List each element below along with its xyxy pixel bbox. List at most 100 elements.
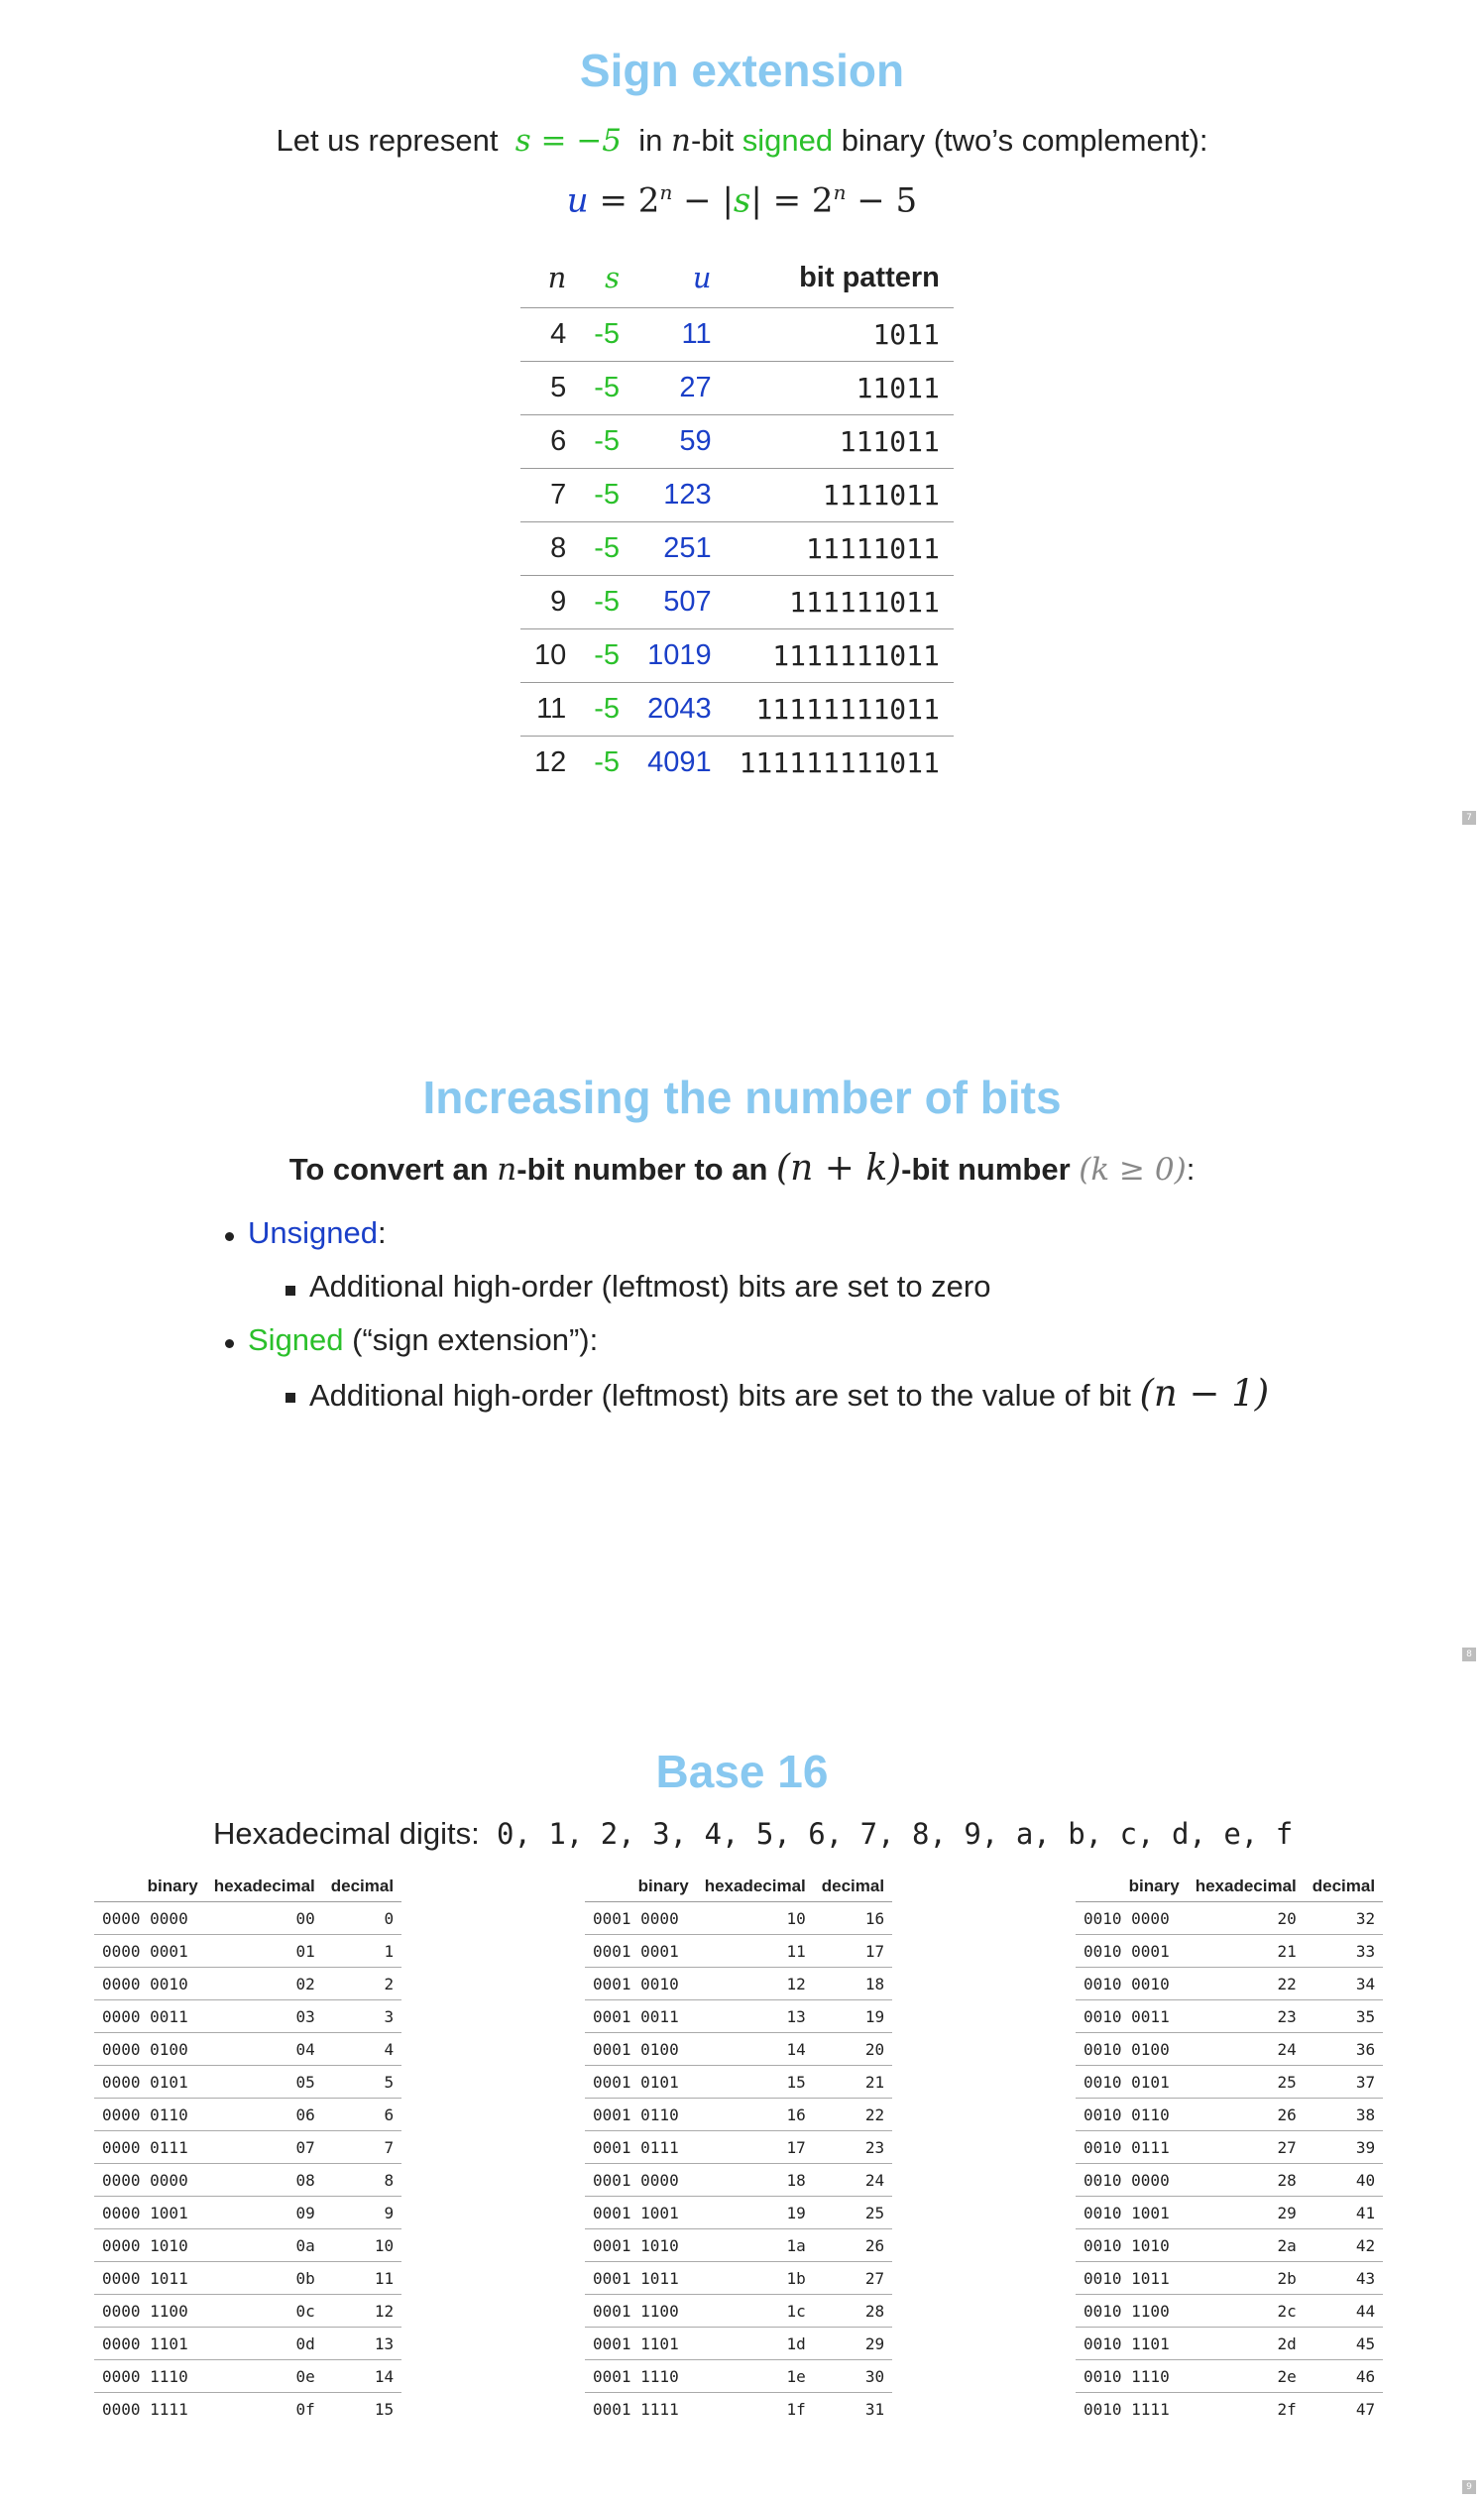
formula-s: s <box>733 180 751 221</box>
intro-signed: signed <box>742 123 834 158</box>
slide-title: Base 16 <box>655 1746 829 1797</box>
table-row: 6 -5 59 111011 <box>520 414 954 469</box>
hex-digits-list: 0, 1, 2, 3, 4, 5, 6, 7, 8, 9, a, b, c, d… <box>497 1817 1294 1851</box>
cell-hexadecimal: 25 <box>1187 2065 1305 2099</box>
table-row: 0001 0111 17 23 <box>585 2130 893 2164</box>
cell-hexadecimal: 21 <box>1187 1934 1305 1968</box>
table-row: 0000 0000 08 8 <box>94 2163 402 2197</box>
cell-decimal: 2 <box>322 1967 402 2000</box>
cell-decimal: 38 <box>1304 2098 1384 2131</box>
cell-u: 123 <box>633 468 726 522</box>
table-row: 0001 0000 18 24 <box>585 2163 893 2197</box>
cell-decimal: 5 <box>322 2065 402 2099</box>
table-row: 0000 1111 0f 15 <box>94 2393 401 2426</box>
cell-binary: 0010 0101 <box>1076 2065 1188 2099</box>
cell-binary: 0001 1100 <box>585 2294 697 2328</box>
cell-hexadecimal: 28 <box>1187 2163 1305 2197</box>
header-bit-pattern: bit pattern <box>725 248 954 308</box>
cell-n: 12 <box>534 746 567 778</box>
cell-s: -5 <box>580 307 634 362</box>
cell-hexadecimal: 27 <box>1187 2130 1305 2164</box>
cell-decimal: 19 <box>813 1999 893 2033</box>
cell-s: -5 <box>594 746 621 778</box>
cell-bit-pattern: 111111111011 <box>739 746 940 779</box>
cell-decimal: 27 <box>813 2261 893 2295</box>
cell-n: 11 <box>520 682 581 737</box>
cell-binary: 0010 1010 <box>1076 2228 1188 2262</box>
cell-hexadecimal: 2e <box>1187 2359 1305 2393</box>
intro-n: n <box>671 123 691 159</box>
cell-hexadecimal: 05 <box>205 2065 323 2099</box>
table-row: 0001 1001 19 25 <box>585 2196 893 2229</box>
convert-condition: (k ≥ 0) <box>1079 1152 1187 1188</box>
cell-decimal: 30 <box>813 2359 893 2393</box>
cell-hexadecimal: 06 <box>205 2098 323 2131</box>
table-row: 0000 0010 02 2 <box>94 1967 402 2000</box>
table-row: 0010 0111 27 39 <box>1076 2130 1384 2164</box>
cell-binary: 0001 1010 <box>585 2228 697 2262</box>
cell-binary: 0010 1101 <box>1076 2327 1188 2360</box>
header-s: s <box>580 248 634 308</box>
table-row: 0001 0000 10 16 <box>585 1901 893 1935</box>
cell-binary: 0001 0111 <box>585 2130 697 2164</box>
unsigned-colon: : <box>377 1215 387 1250</box>
cell-hexadecimal: 01 <box>205 1934 323 1968</box>
cell-s: -5 <box>580 361 634 415</box>
header-decimal: decimal <box>813 1872 893 1902</box>
cell-s: -5 <box>580 414 634 469</box>
table-row: 0010 0101 25 37 <box>1076 2065 1384 2099</box>
cell-binary: 0001 0001 <box>585 1934 697 1968</box>
slide-title: Sign extension <box>579 45 905 96</box>
cell-binary: 0010 1001 <box>1076 2196 1188 2229</box>
cell-hexadecimal: 15 <box>696 2065 814 2099</box>
table-row: 0000 1101 0d 13 <box>94 2327 402 2360</box>
cell-decimal: 42 <box>1304 2228 1384 2262</box>
page-number: 7 <box>1462 811 1476 825</box>
table-row: 0000 0100 04 4 <box>94 2032 402 2066</box>
table-row: 4 -5 11 1011 <box>520 307 954 362</box>
cell-hexadecimal: 20 <box>1187 1901 1305 1935</box>
cell-binary: 0001 0101 <box>585 2065 697 2099</box>
cell-decimal: 14 <box>322 2359 402 2393</box>
cell-hexadecimal: 1f <box>786 2399 806 2419</box>
table-row: 0010 0010 22 34 <box>1076 1967 1384 2000</box>
cell-binary: 0001 1111 <box>593 2399 679 2419</box>
cell-hexadecimal: 0f <box>295 2399 315 2419</box>
cell-decimal: 17 <box>813 1934 893 1968</box>
cell-binary: 0001 0011 <box>585 1999 697 2033</box>
table-row: 0010 1010 2a 42 <box>1076 2228 1384 2262</box>
slide-base-16: Base 16 Hexadecimal digits: 0, 1, 2, 3, … <box>0 1705 1484 2503</box>
cell-binary: 0000 1101 <box>94 2327 206 2360</box>
cell-decimal: 7 <box>322 2130 402 2164</box>
table-header-row: binary hexadecimal decimal <box>585 1872 893 1902</box>
cell-decimal: 4 <box>322 2032 402 2066</box>
convert-c: -bit number <box>901 1152 1071 1187</box>
cell-u: 2043 <box>633 682 726 737</box>
table-row: 0001 1110 1e 30 <box>585 2359 893 2393</box>
cell-decimal: 36 <box>1304 2032 1384 2066</box>
cell-decimal: 29 <box>813 2327 893 2360</box>
header-decimal: decimal <box>1304 1872 1384 1902</box>
formula-line: u = 2n − |s| = 2n − 5 <box>0 180 1484 220</box>
formula-minus: − | <box>672 180 734 221</box>
header-n: n <box>520 248 581 308</box>
bullet-dot <box>225 1232 234 1241</box>
signed-rest: (“sign extension”): <box>352 1322 599 1357</box>
table-row: 0000 0111 07 7 <box>94 2130 402 2164</box>
cell-binary: 0010 1011 <box>1076 2261 1188 2295</box>
cell-binary: 0010 1110 <box>1076 2359 1188 2393</box>
table-row: 0001 0001 11 17 <box>585 1934 893 1968</box>
cell-hexadecimal: 08 <box>205 2163 323 2197</box>
table-row: 0001 1011 1b 27 <box>585 2261 893 2295</box>
cell-bit-pattern: 1111011 <box>725 468 954 522</box>
cell-decimal: 44 <box>1304 2294 1384 2328</box>
cell-decimal: 45 <box>1304 2327 1384 2360</box>
cell-hexadecimal: 1d <box>696 2327 814 2360</box>
table-header-row: binary hexadecimal decimal <box>94 1872 402 1902</box>
cell-decimal: 0 <box>322 1901 402 1935</box>
cell-binary: 0000 1110 <box>94 2359 206 2393</box>
table-row: 0010 1110 2e 46 <box>1076 2359 1384 2393</box>
hex-table-2: binary hexadecimal decimal 0001 0000 10 16 000… <box>585 1872 893 2425</box>
table-row: 0000 0000 00 0 <box>94 1901 402 1935</box>
cell-decimal: 6 <box>322 2098 402 2131</box>
